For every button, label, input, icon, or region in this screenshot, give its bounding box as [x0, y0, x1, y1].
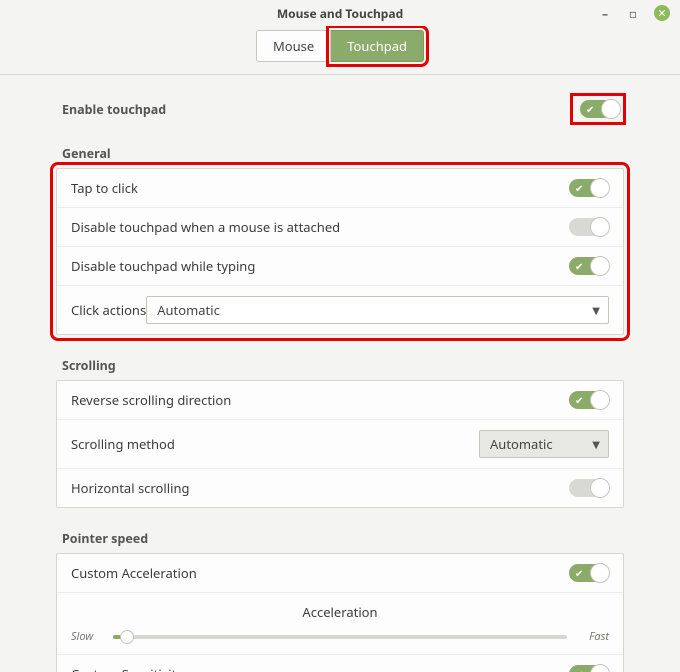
row-disable-while-typing: Disable touchpad while typing ✔✕ — [57, 247, 623, 286]
section-title-general: General — [56, 141, 624, 168]
section-title-scrolling: Scrolling — [56, 353, 624, 380]
custom-sensitivity-label: Custom Sensitivity — [71, 665, 183, 672]
close-icon[interactable]: ✕ — [654, 5, 670, 21]
scrolling-method-combo[interactable]: Automatic ▼ — [479, 430, 609, 458]
tap-to-click-toggle[interactable]: ✔✕ — [569, 179, 609, 197]
titlebar: Mouse and Touchpad – ▫ ✕ — [0, 0, 680, 26]
disable-on-mouse-label: Disable touchpad when a mouse is attache… — [71, 218, 340, 236]
scrolling-method-label: Scrolling method — [71, 435, 175, 453]
custom-sensitivity-toggle[interactable]: ✔✕ — [569, 665, 609, 672]
maximize-icon[interactable]: ▫ — [626, 6, 640, 20]
horizontal-scrolling-label: Horizontal scrolling — [71, 479, 189, 497]
disable-while-typing-toggle[interactable]: ✔✕ — [569, 257, 609, 275]
row-click-actions: Click actions Automatic ▼ — [57, 286, 623, 334]
row-custom-sensitivity: Custom Sensitivity ✔✕ — [57, 655, 623, 672]
custom-acceleration-toggle[interactable]: ✔✕ — [569, 564, 609, 582]
row-reverse-scrolling: Reverse scrolling direction ✔✕ — [57, 381, 623, 420]
slider-thumb[interactable] — [120, 630, 134, 644]
row-tap-to-click: Tap to click ✔✕ — [57, 169, 623, 208]
acceleration-slider[interactable] — [113, 635, 567, 639]
disable-on-mouse-toggle[interactable]: ✔✕ — [569, 218, 609, 236]
chevron-down-icon: ▼ — [592, 437, 600, 451]
scrolling-method-value: Automatic — [490, 435, 553, 453]
acceleration-high: Fast — [577, 629, 609, 644]
content: Enable touchpad ✔ ✕ General Tap to click… — [0, 75, 680, 672]
tap-to-click-label: Tap to click — [71, 179, 138, 197]
tabbar: Mouse Touchpad — [0, 26, 680, 75]
horizontal-scrolling-toggle[interactable]: ✔✕ — [569, 479, 609, 497]
row-custom-acceleration: Custom Acceleration ✔✕ — [57, 554, 623, 593]
custom-acceleration-label: Custom Acceleration — [71, 564, 197, 582]
click-actions-combo[interactable]: Automatic ▼ — [146, 296, 609, 324]
click-actions-label: Click actions — [71, 301, 146, 319]
reverse-scrolling-toggle[interactable]: ✔✕ — [569, 391, 609, 409]
disable-while-typing-label: Disable touchpad while typing — [71, 257, 255, 275]
window-controls: – ▫ ✕ — [598, 0, 670, 26]
tab-mouse[interactable]: Mouse — [256, 30, 331, 62]
toggle-knob — [601, 99, 621, 119]
chevron-down-icon: ▼ — [592, 303, 600, 317]
acceleration-label: Acceleration — [71, 603, 609, 629]
window-title: Mouse and Touchpad — [277, 5, 403, 22]
check-icon: ✔ — [586, 102, 594, 116]
panel-scrolling: Reverse scrolling direction ✔✕ Scrolling… — [56, 380, 624, 508]
reverse-scrolling-label: Reverse scrolling direction — [71, 391, 231, 409]
minimize-icon[interactable]: – — [598, 6, 612, 20]
row-disable-on-mouse: Disable touchpad when a mouse is attache… — [57, 208, 623, 247]
panel-general: Tap to click ✔✕ Disable touchpad when a … — [56, 168, 624, 335]
click-actions-value: Automatic — [157, 301, 220, 319]
acceleration-slider-block: Acceleration Slow Fast — [57, 593, 623, 655]
panel-pointer: Custom Acceleration ✔✕ Acceleration Slow… — [56, 553, 624, 672]
acceleration-low: Slow — [71, 629, 103, 644]
tab-touchpad[interactable]: Touchpad — [331, 30, 424, 62]
row-scrolling-method: Scrolling method Automatic ▼ — [57, 420, 623, 469]
row-horizontal-scrolling: Horizontal scrolling ✔✕ — [57, 469, 623, 507]
tab-group: Mouse Touchpad — [256, 30, 424, 62]
enable-touchpad-toggle[interactable]: ✔ ✕ — [580, 100, 620, 118]
section-title-pointer: Pointer speed — [56, 526, 624, 553]
enable-touchpad-label: Enable touchpad — [62, 101, 166, 118]
enable-touchpad-row: Enable touchpad ✔ ✕ — [56, 89, 624, 141]
